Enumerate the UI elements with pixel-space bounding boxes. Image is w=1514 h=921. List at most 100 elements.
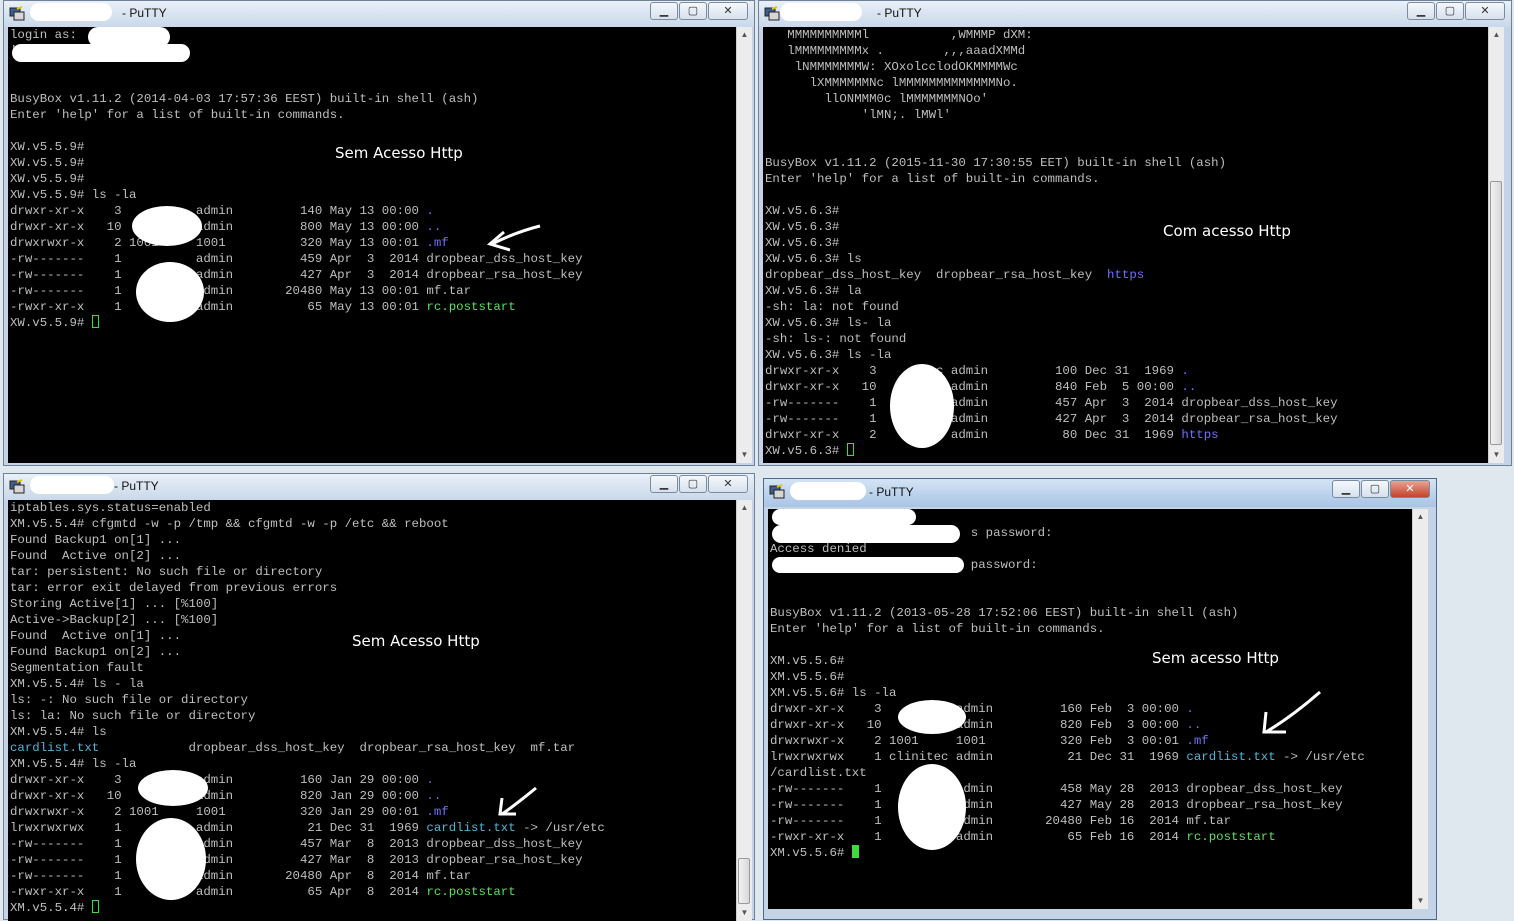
putty-window-2[interactable]: - PuTTY ▁ ▢ ✕ MMMMMMMMMMl ,WMMMP dXM: lM… [758,0,1512,466]
scroll-up-arrow-icon[interactable]: ▲ [1413,509,1428,525]
terminal-text: . [426,204,434,218]
terminal-text: -rw------- 1 admin 427 Mar 8 2013 dropbe… [10,853,583,867]
terminal-line: XM.v5.5.4# cfgmtd -w -p /tmp && cfgmtd -… [8,516,736,532]
terminal-line: llONMMM0c lMMMMMMMNOo' [763,91,1488,107]
scroll-up-arrow-icon[interactable]: ▲ [1489,27,1504,43]
maximize-button[interactable]: ▢ [1361,480,1389,498]
terminal-text: XW.v5.6.3# ls- la [765,316,892,330]
terminal-text: XM.v5.5.6# [770,654,845,668]
terminal-line: XW.v5.6.3# [763,235,1488,251]
vertical-scrollbar[interactable]: ▲ ▼ [1488,27,1504,463]
terminal-output[interactable]: login as: 's password:BusyBox v1.11.2 (2… [8,27,736,463]
terminal-cursor [91,900,99,913]
title-bar[interactable]: - PuTTY ▁ ▢ ✕ [4,1,754,27]
terminal-text: -rw------- 1 admin 427 May 28 2013 dropb… [770,798,1343,812]
terminal-text: -rw------- 1 admin 427 Apr 3 2014 dropbe… [10,268,583,282]
scroll-down-arrow-icon[interactable]: ▼ [737,905,752,921]
terminal-line: XM.v5.5.4# ls - la [8,676,736,692]
terminal-text: XM.v5.5.6# [770,846,852,860]
terminal-text: Access denied [770,542,867,556]
terminal-text: -sh: ls-: not found [765,332,907,346]
terminal-text: XM.v5.5.4# ls -la [10,757,137,771]
vertical-scrollbar[interactable]: ▲ ▼ [736,27,752,463]
scroll-down-arrow-icon[interactable]: ▼ [737,447,752,463]
terminal-text: drwxr-xr-x 3 admin 160 Jan 29 00:00 [10,773,427,787]
terminal-line: /cardlist.txt [768,765,1412,781]
terminal-line: Found Active on[2] ... [8,548,736,564]
minimize-button[interactable]: ▁ [650,475,678,493]
terminal-text: drwxr-xr-x 10 admin 800 May 13 00:00 [10,220,427,234]
putty-window-1[interactable]: - PuTTY ▁ ▢ ✕ login as: 's password:Busy… [3,0,755,466]
terminal-line: XW.v5.6.3# ls -la [763,347,1488,363]
terminal-line: -rw------- 1 admin 20480 May 13 00:01 mf… [8,283,736,299]
terminal-text: Enter 'help' for a list of built-in comm… [10,108,345,122]
scrollbar-thumb[interactable] [738,858,750,904]
terminal-line: -rw------- 1 admin 427 Mar 8 2013 dropbe… [8,852,736,868]
terminal-line: Enter 'help' for a list of built-in comm… [8,107,736,123]
terminal-text: drwxrwxr-x 2 1001 1001 320 Jan 29 00:01 [10,805,427,819]
terminal-text: drwxrwxr-x 2 1001 1001 320 Feb 3 00:01 [770,734,1187,748]
minimize-button[interactable]: ▁ [1407,2,1435,20]
terminal-line: Active->Backup[2] ... [%100] [8,612,736,628]
close-button[interactable]: ✕ [708,2,748,20]
minimize-button[interactable]: ▁ [650,2,678,20]
window-title: - PuTTY [114,479,159,493]
terminal-text: -> /usr/etc [515,821,605,835]
terminal-output[interactable]: MMMMMMMMMMl ,WMMMP dXM: lMMMMMMMMMx . ,,… [763,27,1488,463]
close-button[interactable]: ✕ [1465,2,1505,20]
title-bar[interactable]: - PuTTY ▁ ▢ ✕ [4,474,754,500]
maximize-button[interactable]: ▢ [679,2,707,20]
terminal-line: drwxr-xr-x 10 admin 800 May 13 00:00 .. [8,219,736,235]
terminal-text: .. [426,220,442,234]
terminal-text: XW.v5.6.3# [765,444,847,458]
scroll-down-arrow-icon[interactable]: ▼ [1489,447,1504,463]
putty-app-icon[interactable] [769,484,785,499]
terminal-line: -rw------- 1 admin 459 Apr 3 2014 dropbe… [8,251,736,267]
window-title: - PuTTY [122,6,167,20]
title-bar[interactable]: - PuTTY ▁ ▢ ✕ [759,1,1511,27]
terminal-output[interactable]: iptables.sys.status=enabled XM.v5.5.4# cf… [8,500,736,921]
terminal-line: XM.v5.5.4# ls -la [8,756,736,772]
terminal-text: XM.v5.5.4# ls [10,725,107,739]
close-button[interactable]: ✕ [1390,480,1430,498]
terminal-text: . [1186,702,1194,716]
scroll-up-arrow-icon[interactable]: ▲ [737,500,752,516]
terminal-line: XM.v5.5.6# [768,653,1412,669]
minimize-button[interactable]: ▁ [1332,480,1360,498]
scroll-up-arrow-icon[interactable]: ▲ [737,27,752,43]
putty-app-icon[interactable] [9,479,25,494]
terminal-text: -> /usr/etc [1275,750,1365,764]
vertical-scrollbar[interactable]: ▲ ▼ [1412,509,1428,909]
putty-window-4[interactable]: - PuTTY ▁ ▢ ✕ s password: Access denied p… [763,478,1437,920]
terminal-text: . [1181,364,1189,378]
terminal-line: BusyBox v1.11.2 (2014-04-03 17:57:36 EES… [8,91,736,107]
terminal-text: .mf [1186,734,1209,748]
terminal-text: -rw------- 1 admin 458 May 28 2013 dropb… [770,782,1343,796]
terminal-text: dropbear_dss_host_key dropbear_rsa_host_… [765,268,1108,282]
terminal-line: iptables.sys.status=enabled [8,500,736,516]
maximize-button[interactable]: ▢ [1436,2,1464,20]
scroll-down-arrow-icon[interactable]: ▼ [1413,893,1428,909]
terminal-text: Found Active on[1] ... [10,629,182,643]
terminal-text: XW.v5.5.9# [10,140,85,154]
terminal-text: .mf [426,236,449,250]
terminal-line: MMMMMMMMMMl ,WMMMP dXM: [763,27,1488,43]
putty-window-3[interactable]: - PuTTY ▁ ▢ ✕ iptables.sys.status=enable… [3,473,755,921]
terminal-text: XM.v5.5.6# [770,670,845,684]
maximize-button[interactable]: ▢ [679,475,707,493]
terminal-text: login as: [10,28,85,42]
terminal-line: -rwxr-xr-x 1 c admin 65 Apr 8 2014 rc.po… [8,884,736,900]
scrollbar-thumb[interactable] [1490,181,1502,445]
putty-app-icon[interactable] [764,6,780,21]
terminal-text: . [426,773,434,787]
terminal-line: lrwxrwxrwx 1 admin 21 Dec 31 1969 cardli… [8,820,736,836]
terminal-text: cardlist.txt [1186,750,1276,764]
putty-app-icon[interactable] [9,6,25,21]
redaction-mark [898,700,966,734]
close-button[interactable]: ✕ [708,475,748,493]
window-controls: ▁ ▢ ✕ [649,475,748,493]
terminal-line: XW.v5.6.3# [763,443,1488,459]
vertical-scrollbar[interactable]: ▲ ▼ [736,500,752,921]
terminal-line: dropbear_dss_host_key dropbear_rsa_host_… [763,267,1488,283]
